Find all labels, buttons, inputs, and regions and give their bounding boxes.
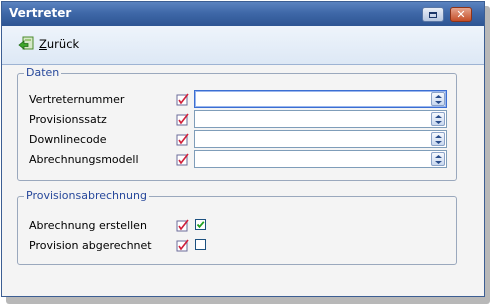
back-label: Zurück (39, 37, 80, 51)
downlinecode-input[interactable] (194, 130, 447, 148)
close-icon: ✕ (456, 8, 466, 21)
provisionssatz-input[interactable] (194, 110, 447, 128)
abrechnungsmodell-label: Abrechnungsmodell (29, 153, 139, 166)
vertreternummer-label: Vertreternummer (29, 93, 125, 106)
spin-arrows-icon (435, 135, 442, 144)
spin-arrows-icon (435, 155, 442, 164)
spin-button[interactable] (431, 152, 445, 166)
title-bar[interactable]: Vertreter ✕ (2, 2, 484, 26)
vertreternummer-field[interactable] (195, 91, 429, 107)
abrechnungsmodell-field[interactable] (195, 151, 429, 167)
window-title: Vertreter (9, 6, 72, 20)
provision-abgerechnet-checkbox[interactable] (195, 239, 206, 250)
edit-icon (176, 133, 189, 146)
restore-icon (429, 11, 437, 18)
provision-abgerechnet-label: Provision abgerechnet (29, 239, 152, 252)
downlinecode-field[interactable] (195, 131, 429, 147)
dialog-window: Vertreter ✕ Zurück Daten Vertreternummer… (1, 1, 485, 297)
spin-button[interactable] (431, 92, 445, 106)
checkmark-icon (196, 221, 205, 229)
abrechnung-erstellen-label: Abrechnung erstellen (29, 219, 147, 232)
spin-button[interactable] (431, 112, 445, 126)
spin-arrows-icon (435, 115, 442, 124)
abrechnungsmodell-input[interactable] (194, 150, 447, 168)
edit-icon (176, 239, 189, 252)
provisionssatz-field[interactable] (195, 111, 429, 127)
provisionsabrechnung-legend: Provisionsabrechnung (24, 189, 149, 203)
daten-legend: Daten (24, 66, 62, 80)
edit-icon (176, 113, 189, 126)
spin-button[interactable] (431, 132, 445, 146)
restore-button[interactable] (422, 7, 444, 22)
edit-icon (176, 93, 189, 106)
edit-icon (176, 153, 189, 166)
back-button[interactable]: Zurück (18, 34, 79, 54)
close-button[interactable]: ✕ (450, 7, 472, 22)
toolbar: Zurück (2, 26, 484, 65)
spin-arrows-icon (435, 95, 442, 104)
abrechnung-erstellen-checkbox[interactable] (195, 219, 206, 230)
downlinecode-label: Downlinecode (29, 133, 107, 146)
vertreternummer-input[interactable] (194, 90, 447, 108)
back-arrow-icon (18, 36, 34, 50)
edit-icon (176, 219, 189, 232)
provisionssatz-label: Provisionssatz (29, 113, 107, 126)
